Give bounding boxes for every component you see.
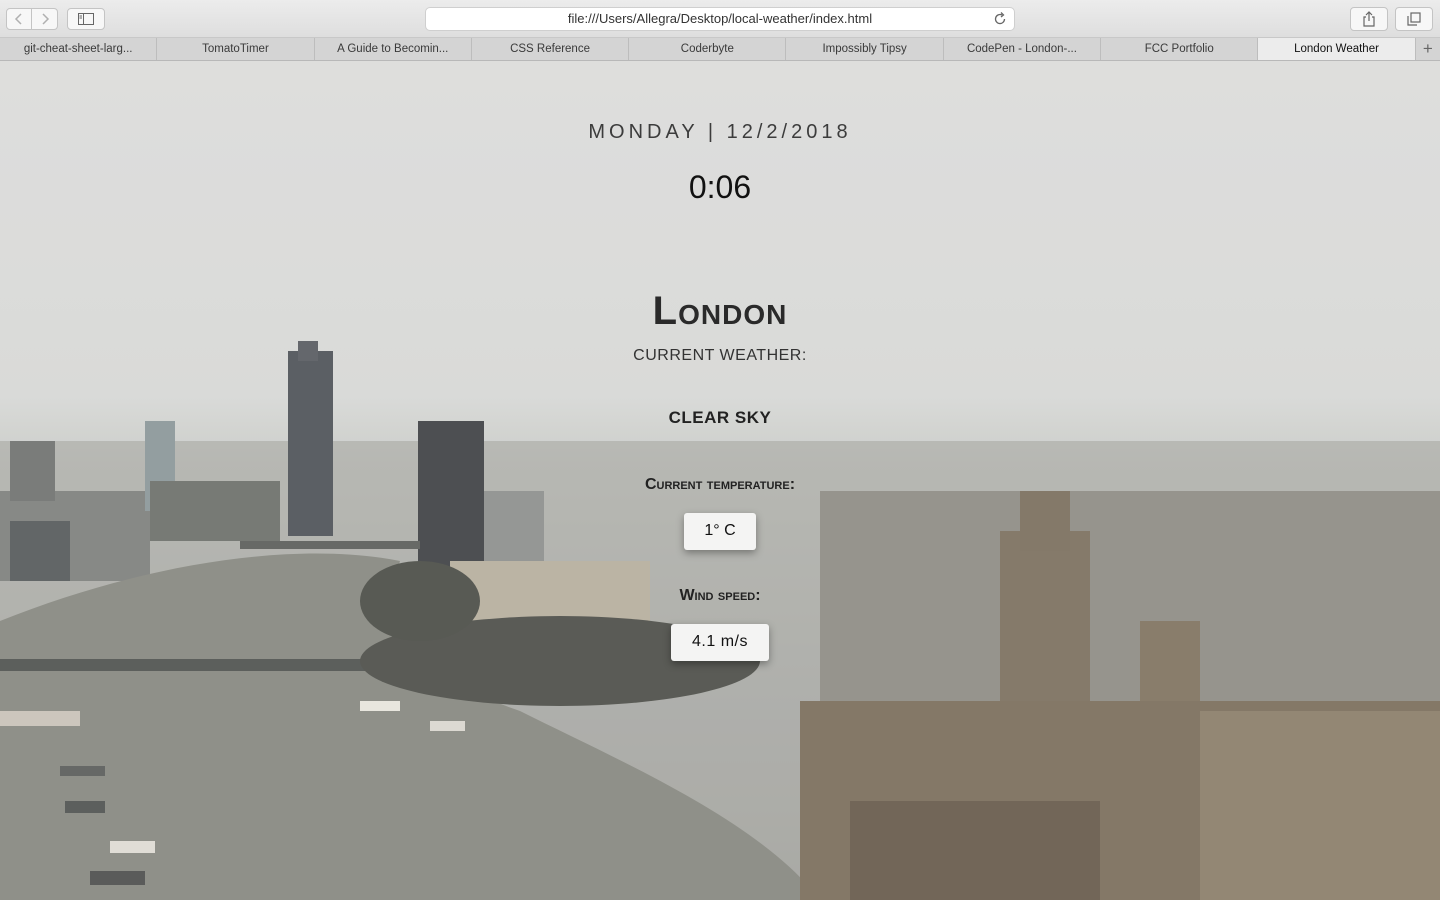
tab[interactable]: CodePen - London-... <box>944 38 1102 60</box>
tab[interactable]: git-cheat-sheet-larg... <box>0 38 158 60</box>
tab-active[interactable]: London Weather <box>1258 38 1416 60</box>
wind-speed-box[interactable]: 4.1 m/s <box>671 624 769 661</box>
new-tab-button[interactable]: + <box>1416 38 1440 60</box>
back-button[interactable] <box>6 8 32 30</box>
tabs-overview-button[interactable] <box>1395 7 1433 31</box>
chevron-right-icon <box>41 13 49 25</box>
browser-toolbar: file:///Users/Allegra/Desktop/local-weat… <box>0 0 1440 38</box>
chevron-left-icon <box>14 13 22 25</box>
temperature-label: Current temperature: <box>644 476 796 493</box>
current-weather-label: CURRENT WEATHER: <box>633 347 807 364</box>
weather-condition: CLEAR SKY <box>668 408 772 427</box>
date-display: MONDAY | 12/2/2018 <box>588 121 852 143</box>
tab[interactable]: CSS Reference <box>472 38 630 60</box>
weather-page: MONDAY | 12/2/2018 0:06 London CURRENT W… <box>0 61 1440 900</box>
temperature-toggle-button[interactable]: 1° C <box>684 513 756 550</box>
sidebar-button[interactable] <box>67 8 105 30</box>
tab[interactable]: Impossibly Tipsy <box>786 38 944 60</box>
time-display: 0:06 <box>688 169 752 205</box>
share-button[interactable] <box>1350 7 1388 31</box>
tab[interactable]: Coderbyte <box>629 38 787 60</box>
weather-content: MONDAY | 12/2/2018 0:06 London CURRENT W… <box>0 61 1440 900</box>
reload-icon[interactable] <box>992 11 1008 27</box>
tab[interactable]: TomatoTimer <box>157 38 315 60</box>
sidebar-icon <box>78 13 94 25</box>
city-name: London <box>652 289 788 333</box>
tabs-overview-icon <box>1407 12 1421 26</box>
url-text: file:///Users/Allegra/Desktop/local-weat… <box>567 11 873 26</box>
share-icon <box>1363 11 1375 27</box>
tab[interactable]: A Guide to Becomin... <box>315 38 472 60</box>
wind-speed-label: Wind speed: <box>679 587 761 604</box>
nav-buttons <box>6 8 58 30</box>
tab-bar: git-cheat-sheet-larg... TomatoTimer A Gu… <box>0 38 1440 61</box>
address-bar[interactable]: file:///Users/Allegra/Desktop/local-weat… <box>425 7 1015 31</box>
tab[interactable]: FCC Portfolio <box>1101 38 1259 60</box>
forward-button[interactable] <box>32 8 58 30</box>
